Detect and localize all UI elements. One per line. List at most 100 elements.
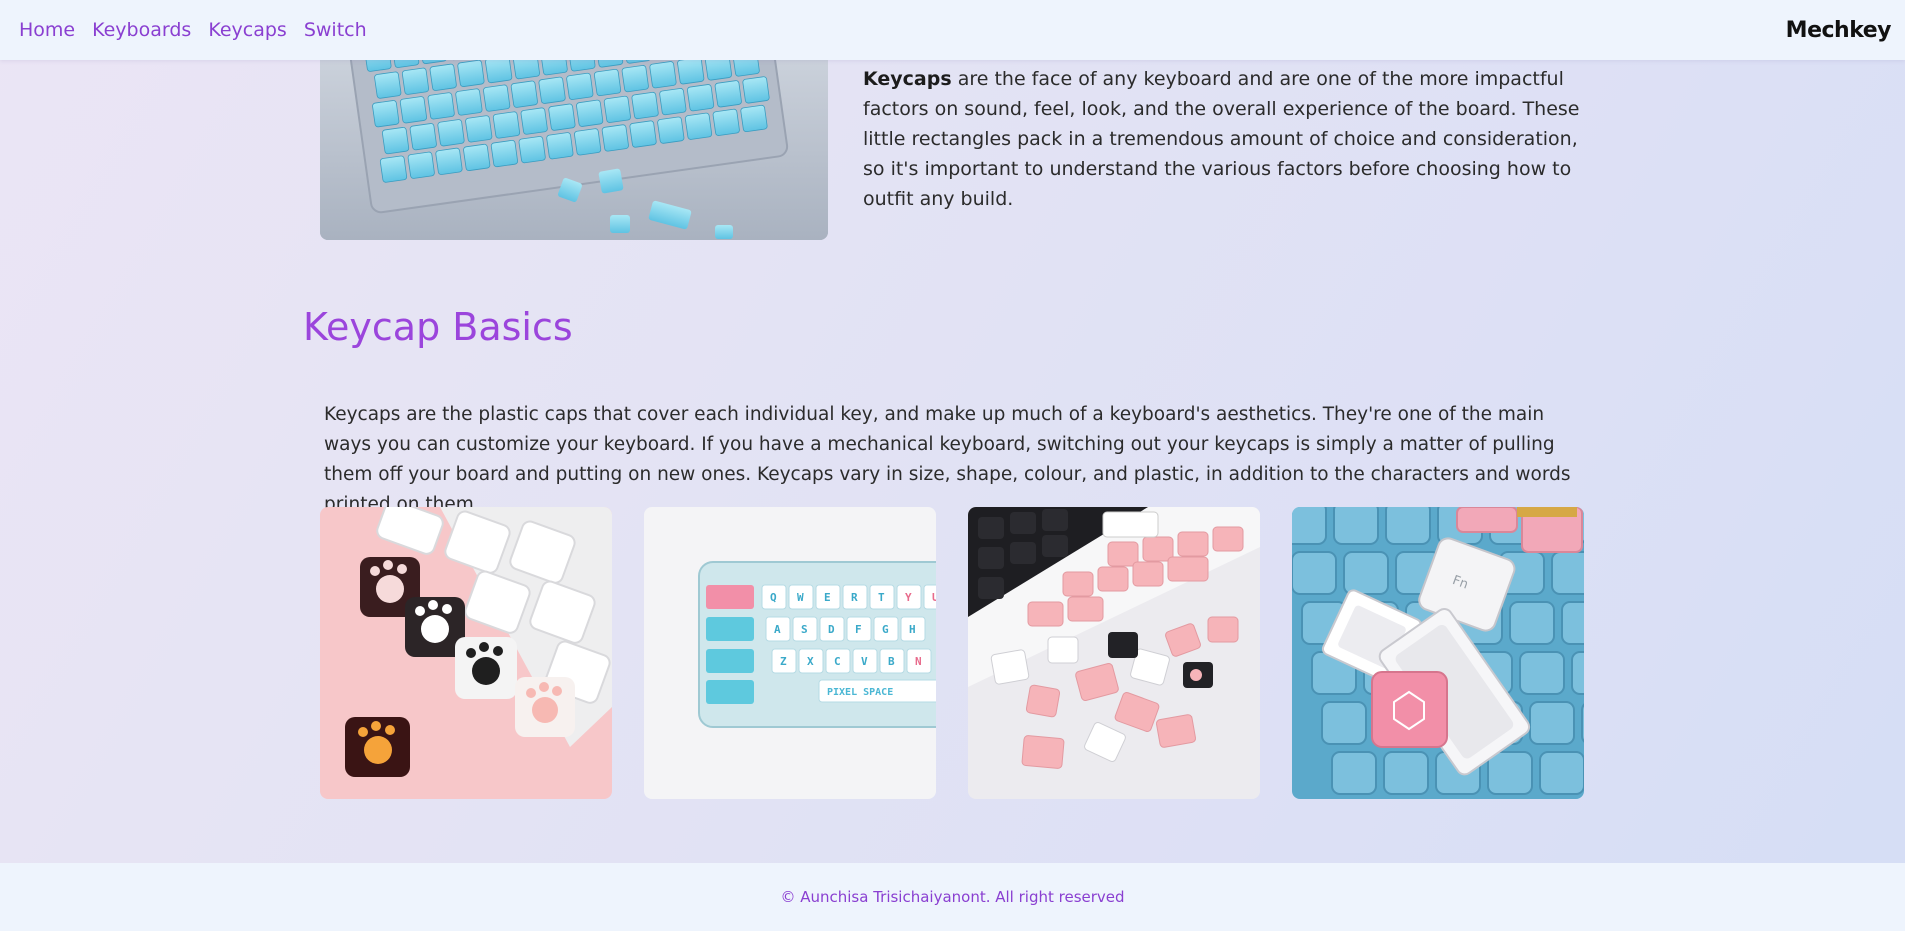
pixel-key-label: B bbox=[888, 655, 895, 668]
blue-key bbox=[1331, 751, 1377, 795]
pixel-key-label: E bbox=[824, 591, 831, 604]
intro-key bbox=[374, 71, 402, 99]
intro-key bbox=[742, 76, 770, 104]
intro-key bbox=[603, 95, 631, 123]
brand-logo[interactable]: Mechkey bbox=[1786, 0, 1892, 60]
intro-key bbox=[629, 120, 657, 148]
pixel-key-label: S bbox=[801, 623, 808, 636]
intro-key bbox=[546, 132, 574, 160]
intro-key bbox=[538, 76, 566, 104]
pixel-key-label: G bbox=[882, 623, 889, 636]
intro-key bbox=[455, 88, 483, 116]
blue-key bbox=[1292, 551, 1337, 595]
modifier-key bbox=[706, 680, 754, 704]
nav-link-keycaps[interactable]: Keycaps bbox=[208, 19, 287, 41]
top-navbar: Home Keyboards Keycaps Switch Mechkey bbox=[0, 0, 1905, 60]
intro-key bbox=[686, 84, 715, 112]
footer: © Aunchisa Trisichaiyanont. All right re… bbox=[0, 863, 1905, 931]
intro-key bbox=[457, 59, 485, 87]
intro-key bbox=[520, 107, 548, 135]
modifier-key bbox=[706, 649, 754, 673]
gallery-image-pixel-keycaps: Q W E R T Y U A S D F G H Z X C V B N PIXEL SPACE bbox=[644, 507, 936, 799]
intro-key bbox=[601, 124, 629, 152]
blue-key bbox=[1571, 651, 1584, 695]
pixel-key-label: V bbox=[861, 655, 868, 668]
pixel-key-label: A bbox=[774, 623, 781, 636]
modifier-key bbox=[706, 585, 754, 609]
pixel-key-label: D bbox=[828, 623, 835, 636]
blue-key bbox=[1292, 507, 1327, 545]
pixel-key-label: R bbox=[851, 591, 858, 604]
blue-key bbox=[1383, 751, 1429, 795]
intro-key bbox=[631, 91, 659, 120]
intro-key bbox=[429, 63, 457, 91]
intro-key bbox=[492, 111, 521, 139]
keycap-gallery: Q W E R T Y U A S D F G H Z X C V B N PIXEL SPACE Fn bbox=[320, 507, 1584, 799]
gallery-image-pink-black-keycaps bbox=[968, 507, 1260, 799]
intro-key bbox=[483, 84, 511, 112]
pixel-key-label: H bbox=[909, 623, 916, 636]
section-paragraph: Keycaps are the plastic caps that cover … bbox=[324, 403, 1571, 515]
intro-key bbox=[548, 103, 576, 131]
blue-key bbox=[1539, 751, 1584, 795]
intro-text: are the face of any keyboard and are one… bbox=[863, 68, 1580, 210]
blue-key bbox=[1385, 507, 1431, 545]
intro-key bbox=[463, 143, 491, 172]
pixel-key-label: T bbox=[878, 591, 885, 604]
pixel-key-label: W bbox=[797, 591, 804, 604]
blue-key bbox=[1509, 601, 1555, 645]
blue-key bbox=[1487, 751, 1533, 795]
intro-key bbox=[510, 80, 538, 108]
intro-bold-lead: Keycaps bbox=[863, 68, 952, 90]
intro-key bbox=[574, 128, 602, 156]
intro-key bbox=[740, 104, 768, 133]
intro-key bbox=[714, 80, 742, 108]
pixel-key-label: Z bbox=[780, 655, 787, 668]
intro-key bbox=[649, 61, 677, 89]
modifier-key bbox=[706, 617, 754, 641]
intro-key bbox=[409, 123, 437, 151]
intro-key bbox=[657, 116, 685, 144]
pixel-key-label: N bbox=[915, 655, 922, 668]
pixel-key-label: Y bbox=[905, 591, 912, 604]
gallery-image-cat-paw-keycaps bbox=[320, 507, 612, 799]
intro-key bbox=[485, 55, 513, 84]
intro-key bbox=[379, 155, 408, 183]
nav-link-keyboards[interactable]: Keyboards bbox=[92, 19, 191, 41]
blue-key bbox=[1321, 701, 1367, 745]
footer-copyright: © Aunchisa Trisichaiyanont. All right re… bbox=[780, 888, 1125, 906]
intro-key bbox=[677, 57, 705, 85]
intro-key bbox=[435, 147, 463, 175]
intro-key bbox=[518, 136, 546, 164]
pixel-key-label: F bbox=[855, 623, 862, 636]
intro-key bbox=[490, 139, 518, 168]
intro-key bbox=[659, 88, 687, 116]
blue-key bbox=[1529, 701, 1575, 745]
pixel-key-label: X bbox=[807, 655, 814, 668]
intro-key bbox=[399, 96, 428, 124]
blue-key bbox=[1561, 601, 1584, 645]
pixel-key-label: C bbox=[834, 655, 841, 668]
gallery-image-blue-pink-keycaps: Fn bbox=[1292, 507, 1584, 799]
blue-key bbox=[1551, 551, 1584, 595]
intro-key bbox=[427, 92, 455, 120]
section-title-keycap-basics: Keycap Basics bbox=[303, 305, 573, 349]
intro-key bbox=[381, 127, 410, 155]
intro-key bbox=[621, 65, 649, 93]
intro-key bbox=[407, 151, 435, 179]
blue-key bbox=[1581, 703, 1584, 743]
pixel-key-label: Q bbox=[770, 591, 777, 604]
nav-link-home[interactable]: Home bbox=[19, 19, 75, 41]
nav-link-switch[interactable]: Switch bbox=[304, 19, 367, 41]
blue-key bbox=[1343, 551, 1389, 595]
space-key-label: PIXEL SPACE bbox=[827, 687, 893, 698]
intro-key bbox=[437, 119, 465, 147]
intro-key bbox=[576, 99, 604, 127]
blue-key bbox=[1333, 507, 1379, 545]
intro-key bbox=[593, 68, 622, 97]
intro-key bbox=[712, 108, 740, 136]
pixel-key-label: U bbox=[932, 591, 936, 604]
blue-key bbox=[1519, 651, 1565, 695]
intro-key bbox=[401, 67, 430, 95]
intro-key bbox=[465, 115, 493, 143]
